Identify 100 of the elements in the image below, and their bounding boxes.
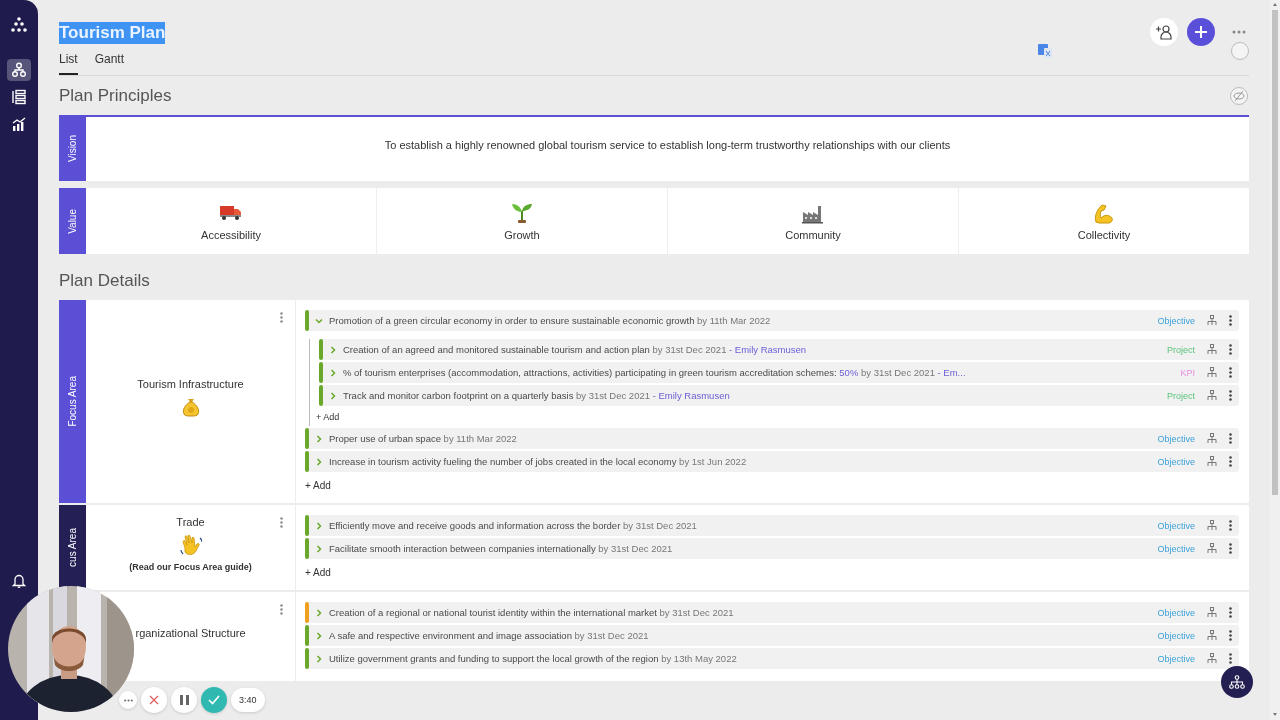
hierarchy-icon[interactable] xyxy=(1207,630,1217,641)
kebab-menu-icon[interactable] xyxy=(1229,520,1232,531)
objective-text[interactable]: Track and monitor carbon footprint on a quarterly basis by 31st Dec 2021 - Emily Rasmusen xyxy=(343,390,730,401)
view-tab[interactable]: Gantt xyxy=(94,52,125,75)
chevron-right-icon[interactable] xyxy=(315,434,323,443)
hide-button[interactable] xyxy=(1230,87,1248,105)
page-title: Tourism Plan xyxy=(59,22,166,44)
band-label: Focus Area xyxy=(67,376,78,427)
chevron-down-icon[interactable] xyxy=(315,316,323,325)
value-label: Community xyxy=(785,228,841,241)
section-heading: Plan Principles xyxy=(59,86,172,106)
hierarchy-icon[interactable] xyxy=(1207,653,1217,664)
band-label: Value xyxy=(67,208,78,234)
cancel-button[interactable] xyxy=(141,687,167,713)
hierarchy-icon[interactable] xyxy=(1207,367,1217,378)
objective-text[interactable]: Promotion of a green circular economy in order to ensure sustainable economic growth by 11th Mar 2022 xyxy=(329,315,771,326)
add-button[interactable] xyxy=(1187,18,1215,46)
focus-area-name: Tourism Infrastructure xyxy=(137,377,244,390)
add-button[interactable]: + Add xyxy=(316,412,340,422)
kebab-menu-icon[interactable] xyxy=(1229,543,1232,554)
hierarchy-icon[interactable] xyxy=(1207,543,1217,554)
kebab-menu-icon[interactable] xyxy=(1229,456,1232,467)
eye-off-icon xyxy=(1233,91,1245,101)
waving-hand-icon xyxy=(179,533,202,556)
objective-text[interactable]: Efficiently move and receive goods and information across the border by 31st Dec 2021 xyxy=(329,520,697,531)
add-person-icon xyxy=(1155,24,1173,40)
logo-icon xyxy=(10,17,28,33)
hierarchy-icon[interactable] xyxy=(1207,390,1217,401)
translate-icon[interactable] xyxy=(1038,44,1052,58)
add-member-button[interactable] xyxy=(1150,18,1178,46)
close-icon xyxy=(149,695,159,705)
hierarchy-icon[interactable] xyxy=(1207,607,1217,618)
check-icon xyxy=(208,695,220,705)
objective-text[interactable]: Utilize government grants and funding to support the local growth of the region by 13th May 2022 xyxy=(329,653,737,664)
objective-text[interactable]: Increase in tourism activity fueling the number of jobs created in the local economy by 1st Jun 2022 xyxy=(329,456,747,467)
guide-note: (Read our Focus Area guide) xyxy=(129,561,252,572)
type-label: Objective xyxy=(1157,607,1195,618)
more-icon[interactable] xyxy=(1232,30,1246,34)
kebab-menu-icon[interactable] xyxy=(1229,630,1232,641)
type-label: Objective xyxy=(1157,315,1195,326)
objective-text[interactable]: % of tourism enterprises (accommodation, attractions, activities) participating in green tourism accreditation schemes: 50% by 31st Dec 2021 - Em... xyxy=(343,367,966,378)
objective-text[interactable]: Facilitate smooth interaction between companies internationally by 31st Dec 2021 xyxy=(329,543,673,554)
seedling-icon xyxy=(510,201,534,224)
objective-text[interactable]: Creation of an agreed and monitored sustainable tourism and action plan by 31st Dec 2021 - Emily Rasmusen xyxy=(343,344,807,355)
add-button[interactable]: + Add xyxy=(305,567,331,578)
kebab-menu-icon[interactable] xyxy=(1229,344,1232,355)
objective-text[interactable]: Proper use of urban space by 11th Mar 2022 xyxy=(329,433,517,444)
value-label: Accessibility xyxy=(201,228,261,241)
chevron-right-icon[interactable] xyxy=(315,631,323,640)
chevron-right-icon[interactable] xyxy=(329,345,337,354)
kebab-menu-icon[interactable] xyxy=(1229,390,1232,401)
hierarchy-icon[interactable] xyxy=(1207,344,1217,355)
hierarchy-button[interactable] xyxy=(1221,666,1253,698)
chart-icon[interactable] xyxy=(11,116,27,132)
kebab-menu-icon[interactable] xyxy=(1229,367,1232,378)
view-tab[interactable]: List xyxy=(59,52,78,75)
pause-button[interactable] xyxy=(171,687,197,713)
chevron-right-icon[interactable] xyxy=(315,457,323,466)
owner-link[interactable]: - Emily Rasmusen xyxy=(652,390,730,401)
vision-statement: To establish a highly renowned global tourism service to establish long-term trustworthy relationships with our clients xyxy=(384,139,951,151)
kebab-menu-icon[interactable] xyxy=(1229,653,1232,664)
type-label: Objective xyxy=(1157,433,1195,444)
more-icon xyxy=(123,698,133,702)
value-label: Collectivity xyxy=(1077,228,1131,241)
kebab-menu-icon[interactable] xyxy=(1229,315,1232,326)
band-label: cus Area xyxy=(67,528,78,567)
flexed-arm-icon xyxy=(1092,201,1116,224)
objective-text[interactable]: Creation of a regional or national tourist identity within the international market by 31st Dec 2021 xyxy=(329,607,734,618)
hierarchy-icon xyxy=(1229,675,1245,689)
section-heading: Plan Details xyxy=(59,271,151,291)
owner-link[interactable]: - Emily Rasmusen xyxy=(729,344,807,355)
type-label: Project xyxy=(1167,344,1195,355)
hierarchy-icon[interactable] xyxy=(11,62,27,78)
chevron-right-icon[interactable] xyxy=(329,368,337,377)
type-label: Objective xyxy=(1157,456,1195,467)
list-icon[interactable] xyxy=(11,89,27,105)
hierarchy-icon[interactable] xyxy=(1207,456,1217,467)
add-button[interactable]: + Add xyxy=(305,480,331,491)
kebab-menu-icon[interactable] xyxy=(1229,607,1232,618)
kebab-menu-icon[interactable] xyxy=(1229,433,1232,444)
objective-text[interactable]: A safe and respective environment and image association by 31st Dec 2021 xyxy=(329,630,649,641)
focus-area-name: Trade xyxy=(176,515,205,528)
hierarchy-icon[interactable] xyxy=(1207,315,1217,326)
value-label: Growth xyxy=(504,228,540,241)
chevron-right-icon[interactable] xyxy=(315,654,323,663)
owner-link[interactable]: - Em... xyxy=(937,367,966,378)
type-label: Objective xyxy=(1157,630,1195,641)
type-label: Objective xyxy=(1157,543,1195,554)
timer-label: 3:40 xyxy=(231,688,265,712)
chevron-right-icon[interactable] xyxy=(315,544,323,553)
bell-icon[interactable] xyxy=(12,573,26,588)
type-label: KPI xyxy=(1180,367,1195,378)
plus-icon xyxy=(1194,25,1208,39)
type-label: Project xyxy=(1167,390,1195,401)
chevron-right-icon[interactable] xyxy=(329,391,337,400)
hierarchy-icon[interactable] xyxy=(1207,433,1217,444)
chevron-right-icon[interactable] xyxy=(315,521,323,530)
chevron-right-icon[interactable] xyxy=(315,608,323,617)
hierarchy-icon[interactable] xyxy=(1207,520,1217,531)
band-label: Vision xyxy=(67,135,78,163)
